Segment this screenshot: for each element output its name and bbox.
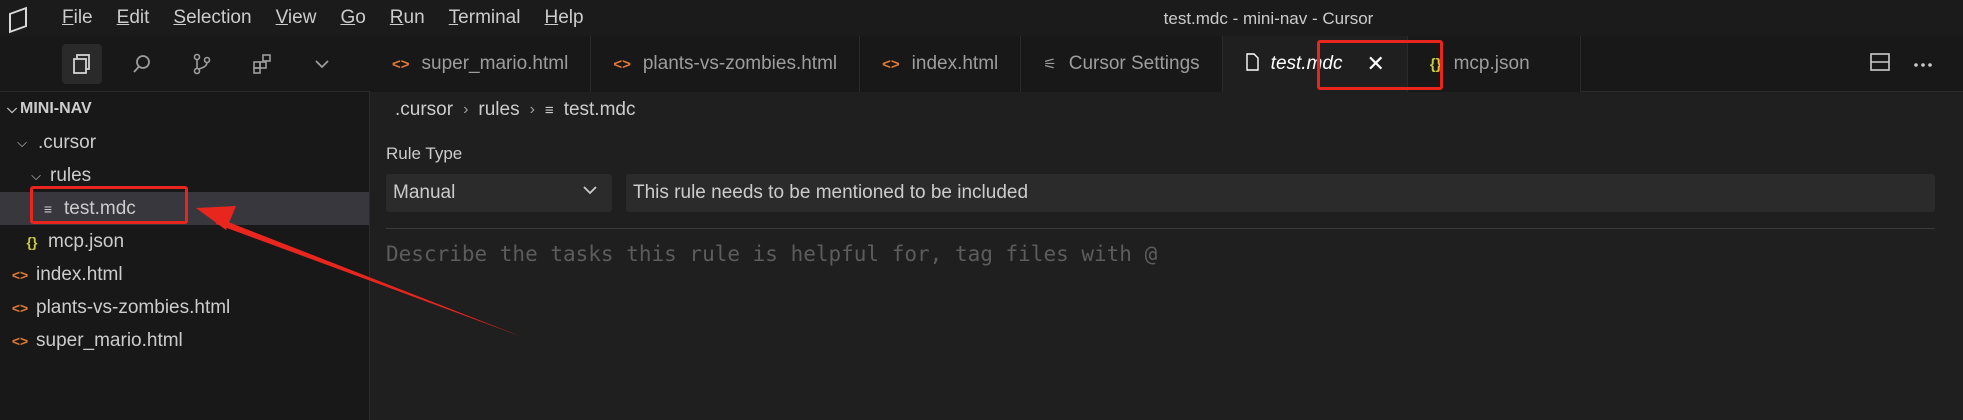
html-file-icon: <> <box>11 266 29 283</box>
tree-label: index.html <box>36 263 123 285</box>
activity-bar <box>0 36 370 92</box>
rule-type-select[interactable]: Manual <box>386 174 612 212</box>
tab-test-mdc[interactable]: test.mdc ✕ <box>1222 36 1408 92</box>
rule-type-value: Manual <box>393 182 456 203</box>
tab-label: mcp.json <box>1453 53 1530 74</box>
tab-super-mario[interactable]: <> super_mario.html <box>370 36 592 92</box>
chevron-down-icon[interactable] <box>302 44 342 84</box>
rule-type-label: Rule Type <box>386 144 463 163</box>
file-icon <box>1245 53 1259 75</box>
workspace-title: MINI-NAV <box>20 100 92 117</box>
menu-help[interactable]: Help <box>532 0 595 36</box>
explorer-sidebar: ⌵ MINI-NAV ⌵ .cursor ⌵ rules ≡ test.mdc … <box>0 92 370 420</box>
menu-selection[interactable]: Selection <box>161 0 263 36</box>
html-file-icon: <> <box>613 55 631 73</box>
tab-bar-row: <> super_mario.html <> plants-vs-zombies… <box>0 36 1963 92</box>
rule-description-input[interactable]: This rule needs to be mentioned to be in… <box>626 174 1935 212</box>
menu-file[interactable]: File <box>50 0 105 36</box>
json-file-icon: {} <box>1429 55 1442 73</box>
editor-actions <box>1869 36 1933 92</box>
tree-label: .cursor <box>38 131 97 153</box>
search-icon[interactable] <box>122 44 162 84</box>
editor-area: .cursor › rules › ≡ test.mdc Rule Type M… <box>371 92 1963 420</box>
cursor-logo-icon <box>6 8 26 28</box>
explorer-icon[interactable] <box>62 44 102 84</box>
chevron-down-icon <box>582 182 598 204</box>
tab-label: index.html <box>911 53 999 74</box>
tree-file-mcp-json[interactable]: {} mcp.json <box>0 225 369 258</box>
more-actions-icon[interactable] <box>1913 55 1933 73</box>
divider <box>386 228 1935 229</box>
html-file-icon: <> <box>882 55 900 73</box>
tree-label: mcp.json <box>48 230 125 252</box>
tab-cursor-settings[interactable]: ⚟ Cursor Settings <box>1021 36 1223 92</box>
menu-view[interactable]: View <box>264 0 329 36</box>
breadcrumb-item[interactable]: rules <box>478 99 519 121</box>
tab-label: Cursor Settings <box>1068 53 1200 74</box>
menu-terminal[interactable]: Terminal <box>437 0 533 36</box>
tab-label: test.mdc <box>1270 53 1343 74</box>
tab-plants-vs-zombies[interactable]: <> plants-vs-zombies.html <box>591 36 861 92</box>
html-file-icon: <> <box>392 55 410 73</box>
tree-label: plants-vs-zombies.html <box>36 296 231 318</box>
tree-file-index-html[interactable]: <> index.html <box>0 258 369 291</box>
json-file-icon: {} <box>26 233 38 250</box>
breadcrumb-item[interactable]: .cursor <box>395 99 453 121</box>
title-bar: File Edit Selection View Go Run Terminal… <box>0 0 1963 36</box>
chevron-right-icon: › <box>463 101 469 118</box>
tab-label: plants-vs-zombies.html <box>642 53 838 74</box>
chevron-right-icon: › <box>529 101 535 118</box>
rule-body-editor[interactable]: Describe the tasks this rule is helpful … <box>386 242 1157 266</box>
extensions-icon[interactable] <box>242 44 282 84</box>
chevron-down-icon: ⌵ <box>31 167 41 183</box>
menu-run[interactable]: Run <box>378 0 437 36</box>
tree-file-test-mdc[interactable]: ≡ test.mdc <box>0 192 369 225</box>
split-editor-icon[interactable] <box>1869 51 1891 78</box>
rule-description-text: This rule needs to be mentioned to be in… <box>633 182 1029 203</box>
breadcrumb-item[interactable]: test.mdc <box>564 99 636 121</box>
menu-bar: File Edit Selection View Go Run Terminal… <box>50 0 596 36</box>
text-file-icon: ≡ <box>544 101 554 119</box>
html-file-icon: <> <box>11 332 29 349</box>
explorer-root[interactable]: ⌵ MINI-NAV <box>0 92 369 126</box>
settings-icon: ⚟ <box>1043 56 1057 73</box>
tree-label: super_mario.html <box>36 329 183 351</box>
tree-label: test.mdc <box>64 197 136 219</box>
tree-folder-rules[interactable]: ⌵ rules <box>0 159 369 192</box>
tree-file-plants-vs-zombies[interactable]: <> plants-vs-zombies.html <box>0 291 369 324</box>
breadcrumb: .cursor › rules › ≡ test.mdc <box>371 92 1963 128</box>
chevron-down-icon: ⌵ <box>17 134 27 150</box>
html-file-icon: <> <box>11 299 29 316</box>
chevron-down-icon: ⌵ <box>7 101 17 116</box>
close-icon[interactable]: ✕ <box>1366 51 1384 77</box>
source-control-icon[interactable] <box>182 44 222 84</box>
tree-folder-cursor[interactable]: ⌵ .cursor <box>0 126 369 159</box>
menu-edit[interactable]: Edit <box>105 0 162 36</box>
tab-mcp-json[interactable]: {} mcp.json <box>1407 36 1581 92</box>
tree-label: rules <box>50 164 92 186</box>
text-file-icon: ≡ <box>43 200 53 217</box>
menu-go[interactable]: Go <box>328 0 377 36</box>
tab-label: super_mario.html <box>421 53 569 74</box>
tree-file-super-mario[interactable]: <> super_mario.html <box>0 324 369 357</box>
editor-tabs: <> super_mario.html <> plants-vs-zombies… <box>370 36 1581 92</box>
tab-index[interactable]: <> index.html <box>860 36 1022 92</box>
